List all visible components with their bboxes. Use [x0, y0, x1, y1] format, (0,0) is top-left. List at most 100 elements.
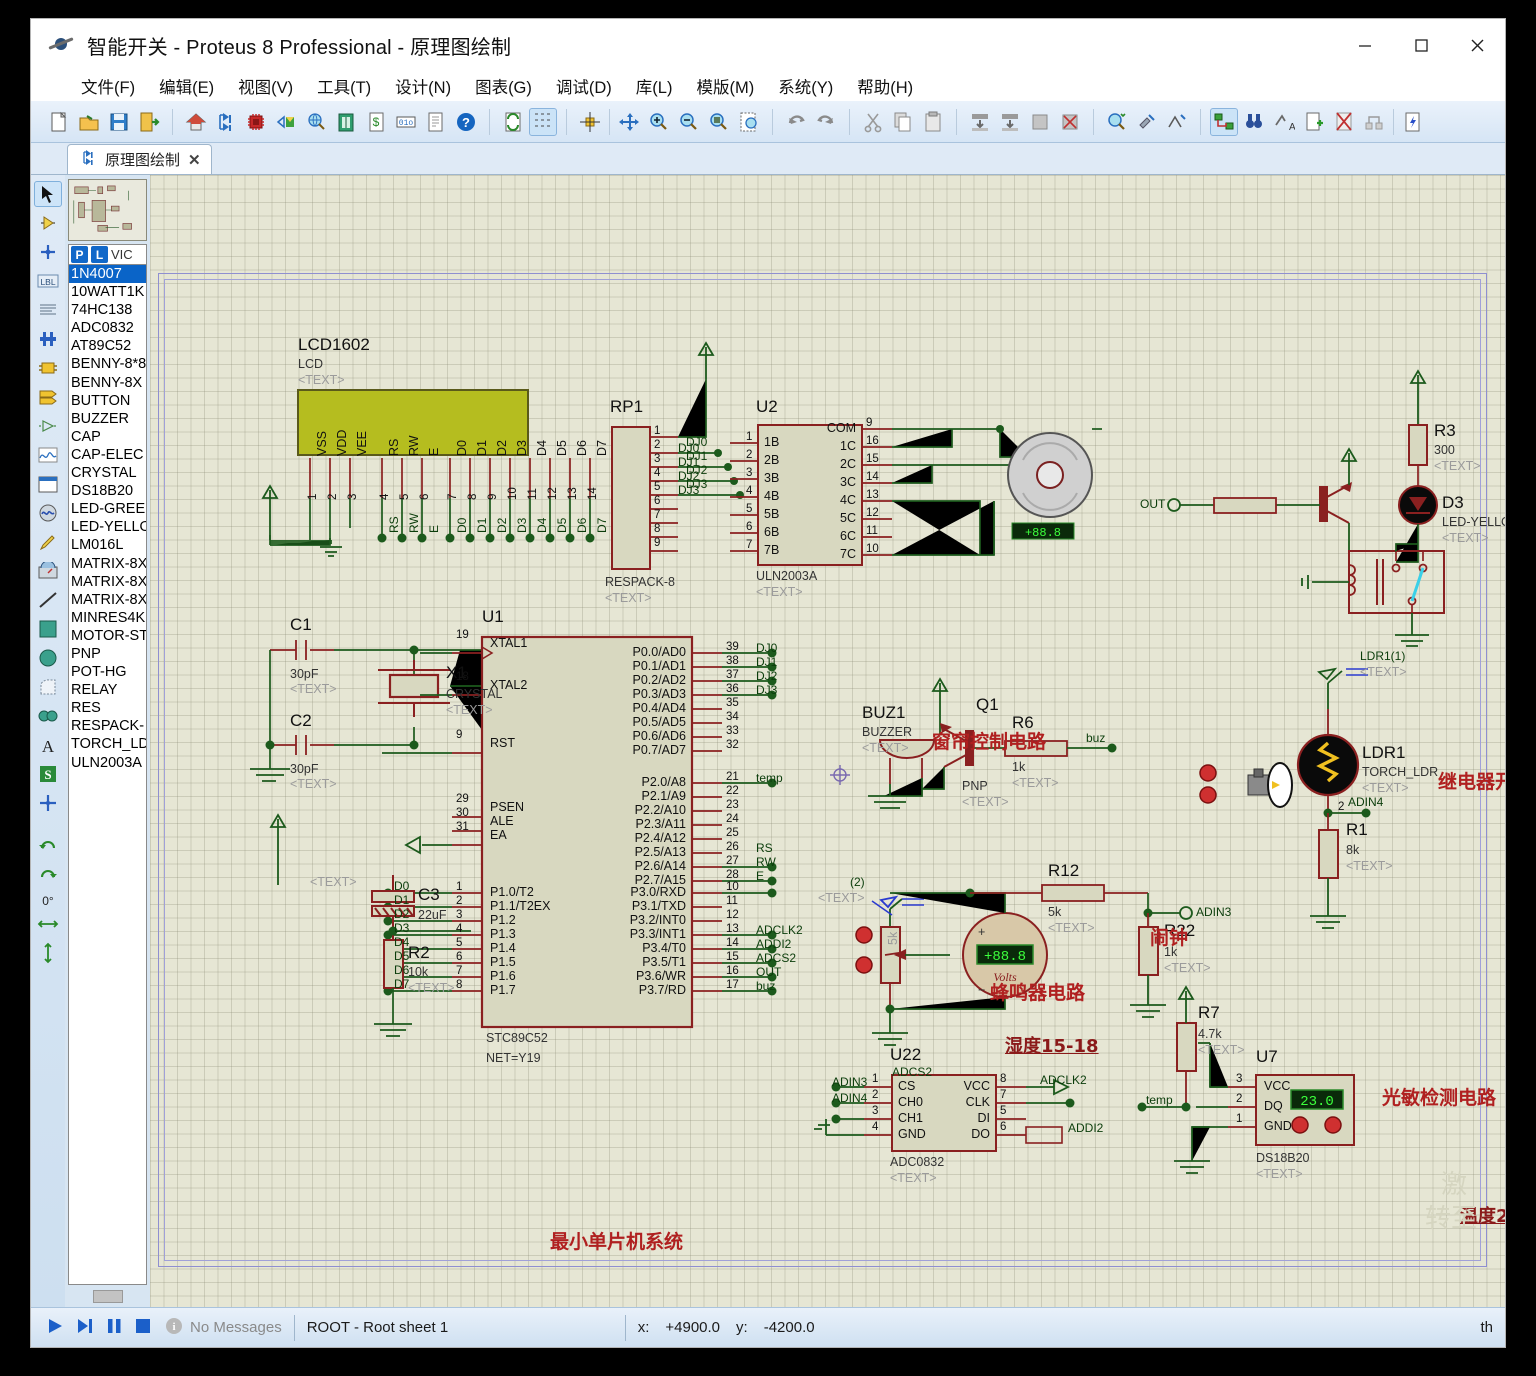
wire-label-icon[interactable]: [1163, 108, 1191, 136]
zoom-in-icon[interactable]: [645, 108, 673, 136]
simulate-icon[interactable]: [1399, 108, 1427, 136]
component-list-item[interactable]: DS18B20: [69, 482, 146, 500]
component-list-item[interactable]: LED-YELLO: [69, 518, 146, 536]
block-delete-icon[interactable]: [1056, 108, 1084, 136]
junction-dot-icon[interactable]: [34, 239, 62, 265]
step-icon[interactable]: [75, 1316, 95, 1340]
erc-icon[interactable]: [1240, 108, 1268, 136]
refresh-icon[interactable]: [499, 108, 527, 136]
box-tool-icon[interactable]: [34, 616, 62, 642]
marker-tool-icon[interactable]: [34, 790, 62, 816]
block-move-icon[interactable]: [996, 108, 1024, 136]
component-list-item[interactable]: BUZZER: [69, 410, 146, 428]
block-rotate-icon[interactable]: [1026, 108, 1054, 136]
component-list-item[interactable]: BENNY-8*8: [69, 355, 146, 373]
probe-mode-icon[interactable]: [34, 529, 62, 555]
component-list-item[interactable]: TORCH_LD: [69, 735, 146, 753]
circle-tool-icon[interactable]: [34, 645, 62, 671]
component-list-item[interactable]: MATRIX-8X: [69, 555, 146, 573]
menu-edit[interactable]: 编辑(E): [147, 72, 226, 100]
block-copy-icon[interactable]: [966, 108, 994, 136]
maximize-button[interactable]: [1393, 19, 1449, 71]
save-icon[interactable]: [105, 108, 133, 136]
menu-library[interactable]: 库(L): [624, 72, 685, 100]
tab-close-icon[interactable]: ✕: [188, 151, 201, 169]
zoom-area-icon[interactable]: [705, 108, 733, 136]
cut-icon[interactable]: [859, 108, 887, 136]
component-list[interactable]: 1N4007 10WATT1K 74HC138 ADC0832 AT89C52 BENNY…: [68, 264, 147, 1285]
message-section[interactable]: i No Messages: [153, 1308, 294, 1347]
binary-icon[interactable]: 01o: [392, 108, 420, 136]
component-list-item[interactable]: RELAY: [69, 681, 146, 699]
text-script-icon[interactable]: [34, 297, 62, 323]
exit-icon[interactable]: [135, 108, 163, 136]
pan-icon[interactable]: [615, 108, 643, 136]
toggle-grid-icon[interactable]: [529, 107, 557, 136]
pcb-layout-icon[interactable]: [242, 108, 270, 136]
copy-icon[interactable]: [889, 108, 917, 136]
component-mode-icon[interactable]: [34, 210, 62, 236]
mirror-vertical-icon[interactable]: [34, 940, 62, 966]
new-file-icon[interactable]: [45, 108, 73, 136]
origin-icon[interactable]: [576, 108, 604, 136]
tab-schematic-capture[interactable]: 原理图绘制 ✕: [67, 144, 212, 174]
report-icon[interactable]: [422, 108, 450, 136]
remove-sheet-icon[interactable]: [1330, 108, 1358, 136]
terminal-mode-icon[interactable]: [34, 384, 62, 410]
help-icon[interactable]: ?: [452, 108, 480, 136]
menu-file[interactable]: 文件(F): [69, 72, 147, 100]
component-list-item[interactable]: LM016L: [69, 536, 146, 554]
menu-help[interactable]: 帮助(H): [845, 72, 925, 100]
component-list-item[interactable]: 74HC138: [69, 301, 146, 319]
menu-system[interactable]: 系统(Y): [766, 72, 845, 100]
component-list-item[interactable]: CRYSTAL: [69, 464, 146, 482]
menu-template[interactable]: 模版(M): [684, 72, 766, 100]
undo-icon[interactable]: [782, 108, 810, 136]
object-selector-scrollbar[interactable]: [68, 1285, 147, 1307]
component-list-item[interactable]: CAP-ELEC: [69, 446, 146, 464]
minimize-button[interactable]: [1337, 19, 1393, 71]
component-list-item[interactable]: RES: [69, 699, 146, 717]
text-tool-2d-icon[interactable]: A: [34, 732, 62, 758]
component-list-item[interactable]: BENNY-8X: [69, 374, 146, 392]
path-tool-icon[interactable]: [34, 703, 62, 729]
menu-graph[interactable]: 图表(G): [463, 72, 544, 100]
play-icon[interactable]: [45, 1316, 65, 1340]
home-icon[interactable]: [182, 108, 210, 136]
component-list-item[interactable]: POT-HG: [69, 663, 146, 681]
symbol-tool-icon[interactable]: S: [34, 761, 62, 787]
component-list-item[interactable]: MOTOR-ST: [69, 627, 146, 645]
redo-icon[interactable]: [812, 108, 840, 136]
zoom-out-icon[interactable]: [675, 108, 703, 136]
graph-mode-icon[interactable]: [34, 442, 62, 468]
virtual-instrument-icon[interactable]: [34, 558, 62, 584]
rotate-ccw-icon[interactable]: [34, 834, 62, 860]
subcircuit-icon[interactable]: [34, 355, 62, 381]
paste-icon[interactable]: [919, 108, 947, 136]
component-list-item[interactable]: CAP: [69, 428, 146, 446]
bom-icon[interactable]: [332, 108, 360, 136]
stop-icon[interactable]: [133, 1316, 153, 1340]
component-list-item[interactable]: LED-GREE: [69, 500, 146, 518]
selection-mode-icon[interactable]: [34, 181, 62, 207]
component-list-item[interactable]: PNP: [69, 645, 146, 663]
3d-visualizer-icon[interactable]: [272, 108, 300, 136]
tape-recorder-icon[interactable]: [34, 471, 62, 497]
bus-mode-icon[interactable]: [34, 326, 62, 352]
new-sheet-icon[interactable]: [1300, 108, 1328, 136]
library-button[interactable]: L: [91, 246, 108, 263]
component-list-item[interactable]: RESPACK-: [69, 717, 146, 735]
property-assign-icon[interactable]: [1133, 108, 1161, 136]
component-list-item[interactable]: 1N4007: [69, 265, 146, 284]
menu-tools[interactable]: 工具(T): [305, 72, 383, 100]
menu-debug[interactable]: 调试(D): [544, 72, 624, 100]
schematic-canvas[interactable]: +88.8 +88.8 Volts 23.0 LCD1602 LCD <TEXT…: [150, 175, 1505, 1307]
menu-view[interactable]: 视图(V): [226, 72, 305, 100]
hierarchy-icon[interactable]: [1360, 108, 1388, 136]
wire-label-mode-icon[interactable]: LBL: [34, 268, 62, 294]
menu-design[interactable]: 设计(N): [383, 72, 463, 100]
component-list-item[interactable]: ADC0832: [69, 319, 146, 337]
component-list-item[interactable]: ULN2003A: [69, 754, 146, 772]
scrollbar-thumb[interactable]: [92, 1289, 123, 1303]
component-list-item[interactable]: MATRIX-8X: [69, 573, 146, 591]
